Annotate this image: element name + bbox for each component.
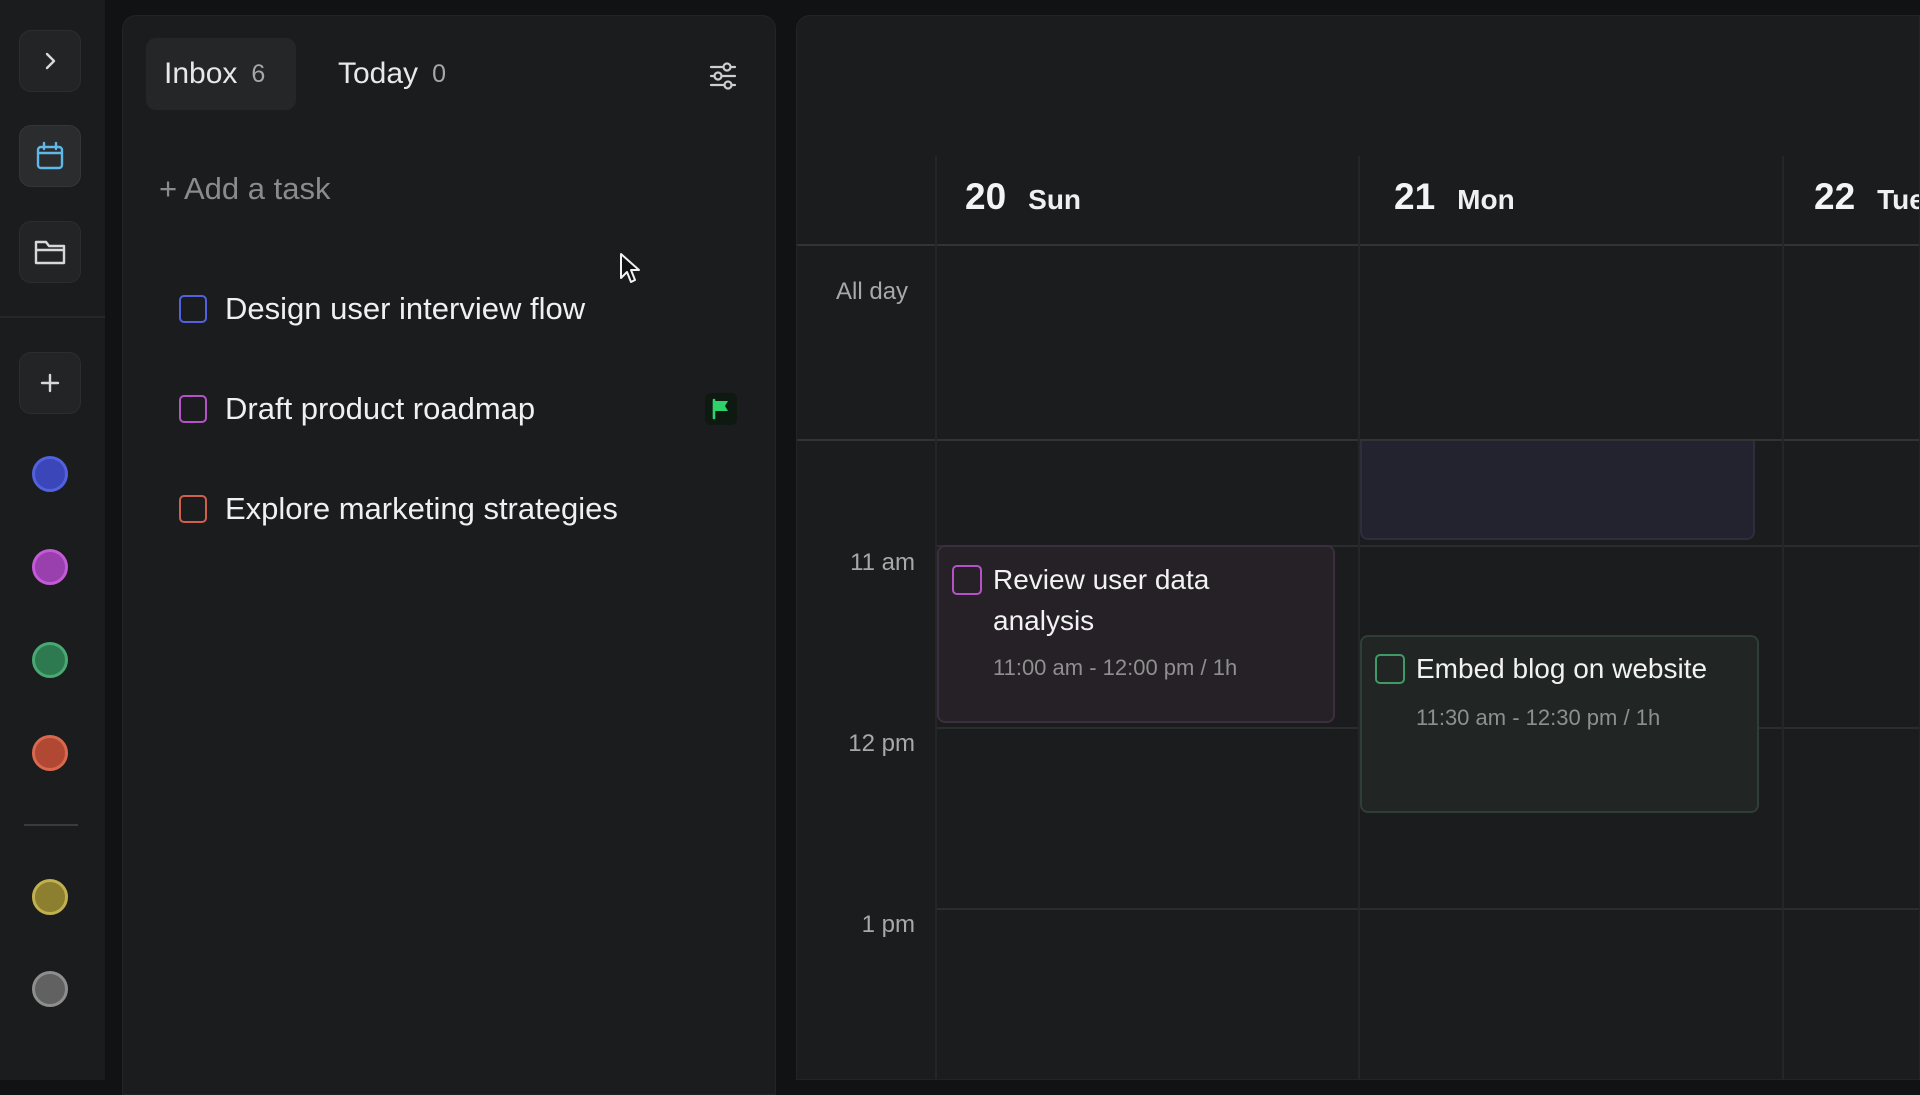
- sliders-icon: [709, 62, 737, 90]
- tab-today[interactable]: Today 0: [320, 38, 464, 110]
- projects-button[interactable]: [19, 221, 81, 283]
- filter-button[interactable]: [703, 56, 743, 96]
- time-gutter: 11 am 12 pm 1 pm: [797, 16, 915, 1079]
- event-title-line2: analysis: [993, 605, 1095, 636]
- list-purple-dot[interactable]: [32, 549, 68, 585]
- flag-icon: [712, 398, 728, 420]
- task-item[interactable]: Design user interview flow: [179, 289, 585, 329]
- calendar-view-button[interactable]: [19, 125, 81, 187]
- hour-line: [937, 908, 1919, 910]
- rail-divider: [0, 316, 105, 318]
- day-header-tue[interactable]: 22 Tue: [1814, 176, 1919, 218]
- plus-icon: [40, 373, 60, 393]
- calendar-event[interactable]: Embed blog on website 11:30 am - 12:30 p…: [1360, 635, 1759, 813]
- time-label: 12 pm: [848, 730, 915, 757]
- mouse-cursor-icon: [620, 253, 640, 283]
- tab-inbox[interactable]: Inbox 6: [146, 38, 296, 110]
- priority-flag-badge[interactable]: [705, 393, 737, 425]
- time-label: 11 am: [850, 549, 915, 576]
- day-name: Sun: [1028, 184, 1082, 215]
- list-gray-dot[interactable]: [32, 971, 68, 1007]
- task-item[interactable]: Explore marketing strategies: [179, 489, 618, 529]
- tab-inbox-label: Inbox: [164, 57, 238, 90]
- event-title: Review user data: [993, 564, 1210, 595]
- event-checkbox[interactable]: [952, 565, 982, 595]
- day-name: Mon: [1457, 184, 1515, 215]
- add-task-button[interactable]: + Add a task: [159, 171, 330, 207]
- expand-sidebar-button[interactable]: [19, 30, 81, 92]
- folder-icon: [34, 240, 66, 265]
- event-time: 11:30 am - 12:30 pm / 1h: [1416, 705, 1661, 730]
- day-number: 22: [1814, 176, 1856, 217]
- day-number: 21: [1394, 176, 1436, 217]
- task-checkbox[interactable]: [179, 395, 207, 423]
- task-checkbox[interactable]: [179, 295, 207, 323]
- column-divider: [1358, 156, 1360, 1079]
- calendar-icon: [36, 141, 64, 170]
- task-checkbox[interactable]: [179, 495, 207, 523]
- day-number: 20: [965, 176, 1007, 217]
- tab-today-label: Today: [338, 57, 419, 90]
- list-red-dot[interactable]: [32, 735, 68, 771]
- time-label: 1 pm: [861, 911, 915, 938]
- list-yellow-dot[interactable]: [32, 879, 68, 915]
- column-divider: [1782, 156, 1784, 1079]
- list-blue-dot[interactable]: [32, 456, 68, 492]
- day-header-sun[interactable]: 20 Sun: [965, 176, 1081, 218]
- add-list-button[interactable]: [19, 352, 81, 414]
- placeholder-event-block[interactable]: [1360, 441, 1755, 540]
- tasks-panel: Inbox 6 Today 0 + Add a task Design user…: [122, 15, 776, 1095]
- left-rail: [0, 0, 105, 1080]
- day-name: Tue: [1877, 184, 1919, 215]
- list-green-dot[interactable]: [32, 642, 68, 678]
- chevron-right-icon: [45, 52, 56, 70]
- event-title: Embed blog on website: [1416, 653, 1708, 684]
- calendar-event[interactable]: Review user data analysis 11:00 am - 12:…: [937, 545, 1335, 723]
- event-checkbox[interactable]: [1375, 654, 1405, 684]
- rail-short-divider: [24, 824, 78, 826]
- calendar-panel: 20 Sun 21 Mon 22 Tue All day 11 am 12 pm…: [796, 15, 1920, 1080]
- task-label: Explore marketing strategies: [225, 491, 618, 526]
- task-label: Design user interview flow: [225, 291, 586, 326]
- task-item[interactable]: Draft product roadmap: [179, 389, 535, 429]
- day-header-mon[interactable]: 21 Mon: [1394, 176, 1515, 218]
- tab-today-count: 0: [432, 59, 446, 88]
- tab-inbox-count: 6: [251, 59, 266, 88]
- event-time: 11:00 am - 12:00 pm / 1h: [993, 655, 1238, 680]
- task-label: Draft product roadmap: [225, 391, 536, 426]
